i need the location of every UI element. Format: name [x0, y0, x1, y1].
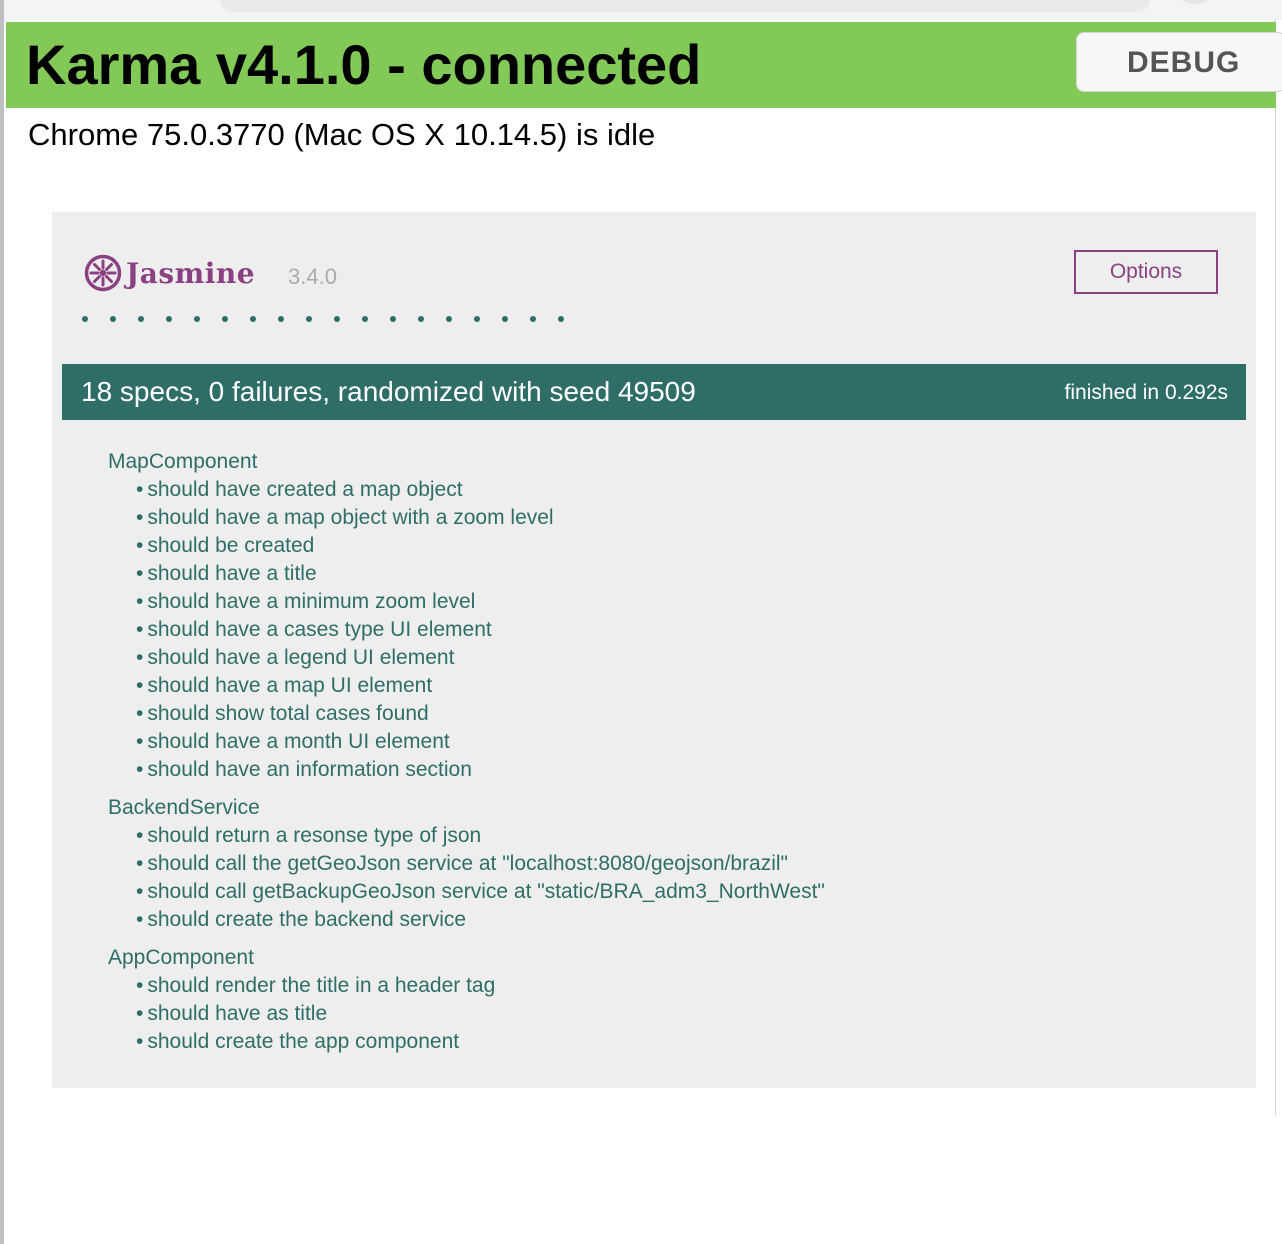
- spec-passed-symbol[interactable]: [502, 316, 530, 324]
- spec-label: should have a map object with a zoom lev…: [147, 506, 554, 529]
- spec-label: should have a month UI element: [147, 730, 450, 753]
- spec-label: should have a cases type UI element: [147, 618, 492, 641]
- suite: AppComponent • should render the title in …: [108, 944, 1208, 1056]
- spec-passed-symbol[interactable]: [110, 316, 138, 324]
- bullet-icon: •: [136, 1002, 144, 1025]
- spec-item[interactable]: • should return a resonse type of json: [108, 822, 1208, 850]
- jasmine-reporter: Jasmine 3.4.0 Options 18 specs, 0 failur…: [52, 212, 1256, 1088]
- karma-page: Karma v4.1.0 - connected DEBUG Chrome 75…: [0, 0, 1282, 1244]
- spec-passed-symbol[interactable]: [138, 316, 166, 324]
- suite-list: MapComponent • should have created a map o…: [108, 448, 1208, 1066]
- spec-item[interactable]: • should have as title: [108, 1000, 1208, 1028]
- spec-item[interactable]: • should create the app component: [108, 1028, 1208, 1056]
- debug-button[interactable]: DEBUG: [1076, 32, 1282, 92]
- spec-item[interactable]: • should have a legend UI element: [108, 644, 1208, 672]
- bullet-icon: •: [136, 1030, 144, 1053]
- spec-item[interactable]: • should have a map object with a zoom le…: [108, 504, 1208, 532]
- spec-label: should create the app component: [147, 1030, 460, 1053]
- bullet-icon: •: [136, 506, 144, 529]
- spec-item[interactable]: • should have a title: [108, 560, 1208, 588]
- spec-label: should render the title in a header tag: [147, 974, 496, 997]
- spec-passed-symbol[interactable]: [82, 316, 110, 324]
- spec-item[interactable]: • should be created: [108, 532, 1208, 560]
- spec-item[interactable]: • should create the backend service: [108, 906, 1208, 934]
- bullet-icon: •: [136, 908, 144, 931]
- suite: BackendService • should return a resonse t…: [108, 794, 1208, 934]
- bullet-icon: •: [136, 730, 144, 753]
- spec-passed-symbol[interactable]: [530, 316, 558, 324]
- spec-label: should have as title: [147, 1002, 328, 1025]
- spec-label: should have a map UI element: [147, 674, 433, 697]
- karma-title: Karma v4.1.0 - connected: [26, 33, 702, 96]
- spec-passed-symbol[interactable]: [446, 316, 474, 324]
- spec-item[interactable]: • should have a minimum zoom level: [108, 588, 1208, 616]
- spec-passed-symbol[interactable]: [474, 316, 502, 324]
- spec-label: should call the getGeoJson service at "l…: [147, 852, 788, 875]
- spec-label: should have created a map object: [147, 478, 463, 501]
- browser-top-strip: [0, 0, 1282, 22]
- results-summary-bar: 18 specs, 0 failures, randomized with se…: [62, 364, 1246, 420]
- bullet-icon: •: [136, 702, 144, 725]
- spec-passed-symbol[interactable]: [418, 316, 446, 324]
- jasmine-logo[interactable]: Jasmine: [84, 254, 255, 292]
- bullet-icon: •: [136, 824, 144, 847]
- suite-title[interactable]: MapComponent: [108, 448, 257, 476]
- spec-label: should have a legend UI element: [147, 646, 455, 669]
- results-duration: finished in 0.292s: [1064, 381, 1228, 404]
- spec-item[interactable]: • should have created a map object: [108, 476, 1208, 504]
- spec-label: should be created: [147, 534, 315, 557]
- bullet-icon: •: [136, 974, 144, 997]
- spec-item[interactable]: • should have an information section: [108, 756, 1208, 784]
- spec-passed-symbol[interactable]: [166, 316, 194, 324]
- browser-toolbar-button[interactable]: [1180, 0, 1210, 4]
- spec-item[interactable]: • should call getBackupGeoJson service at…: [108, 878, 1208, 906]
- bullet-icon: •: [136, 478, 144, 501]
- spec-label: should show total cases found: [147, 702, 429, 725]
- spec-passed-symbol[interactable]: [390, 316, 418, 324]
- spec-passed-symbol[interactable]: [222, 316, 250, 324]
- spec-passed-symbol[interactable]: [362, 316, 390, 324]
- spec-passed-symbol[interactable]: [278, 316, 306, 324]
- spec-item[interactable]: • should have a cases type UI element: [108, 616, 1208, 644]
- options-button[interactable]: Options: [1074, 250, 1218, 294]
- jasmine-wordmark: Jasmine: [126, 256, 256, 290]
- background-window-edge: [0, 0, 4, 1244]
- spec-label: should have a title: [147, 562, 317, 585]
- spec-item[interactable]: • should call the getGeoJson service at "…: [108, 850, 1208, 878]
- spec-passed-symbol[interactable]: [250, 316, 278, 324]
- spec-item[interactable]: • should show total cases found: [108, 700, 1208, 728]
- jasmine-version: 3.4.0: [288, 264, 337, 289]
- spec-label: should return a resonse type of json: [147, 824, 482, 847]
- spec-label: should have a minimum zoom level: [147, 590, 476, 613]
- spec-symbol-summary: [82, 316, 586, 324]
- bullet-icon: •: [136, 590, 144, 613]
- bullet-icon: •: [136, 646, 144, 669]
- scrollbar[interactable]: [1275, 20, 1282, 1115]
- bullet-icon: •: [136, 618, 144, 641]
- bullet-icon: •: [136, 758, 144, 781]
- bullet-icon: •: [136, 562, 144, 585]
- suite-title[interactable]: AppComponent: [108, 944, 254, 972]
- bullet-icon: •: [136, 534, 144, 557]
- spec-passed-symbol[interactable]: [334, 316, 362, 324]
- address-bar[interactable]: [220, 0, 1150, 12]
- browser-status: Chrome 75.0.3770 (Mac OS X 10.14.5) is i…: [28, 117, 656, 152]
- spec-item[interactable]: • should render the title in a header tag: [108, 972, 1208, 1000]
- jasmine-flower-icon: [84, 254, 122, 292]
- spec-label: should have an information section: [147, 758, 472, 781]
- suite: MapComponent • should have created a map o…: [108, 448, 1208, 784]
- spec-label: should create the backend service: [147, 908, 467, 931]
- suite-title[interactable]: BackendService: [108, 794, 260, 822]
- spec-item[interactable]: • should have a month UI element: [108, 728, 1208, 756]
- results-summary-text[interactable]: 18 specs, 0 failures, randomized with se…: [81, 376, 696, 408]
- bullet-icon: •: [136, 674, 144, 697]
- spec-item[interactable]: • should have a map UI element: [108, 672, 1208, 700]
- spec-label: should call getBackupGeoJson service at …: [147, 880, 825, 903]
- spec-passed-symbol[interactable]: [558, 316, 586, 324]
- bullet-icon: •: [136, 880, 144, 903]
- spec-passed-symbol[interactable]: [194, 316, 222, 324]
- spec-passed-symbol[interactable]: [306, 316, 334, 324]
- bullet-icon: •: [136, 852, 144, 875]
